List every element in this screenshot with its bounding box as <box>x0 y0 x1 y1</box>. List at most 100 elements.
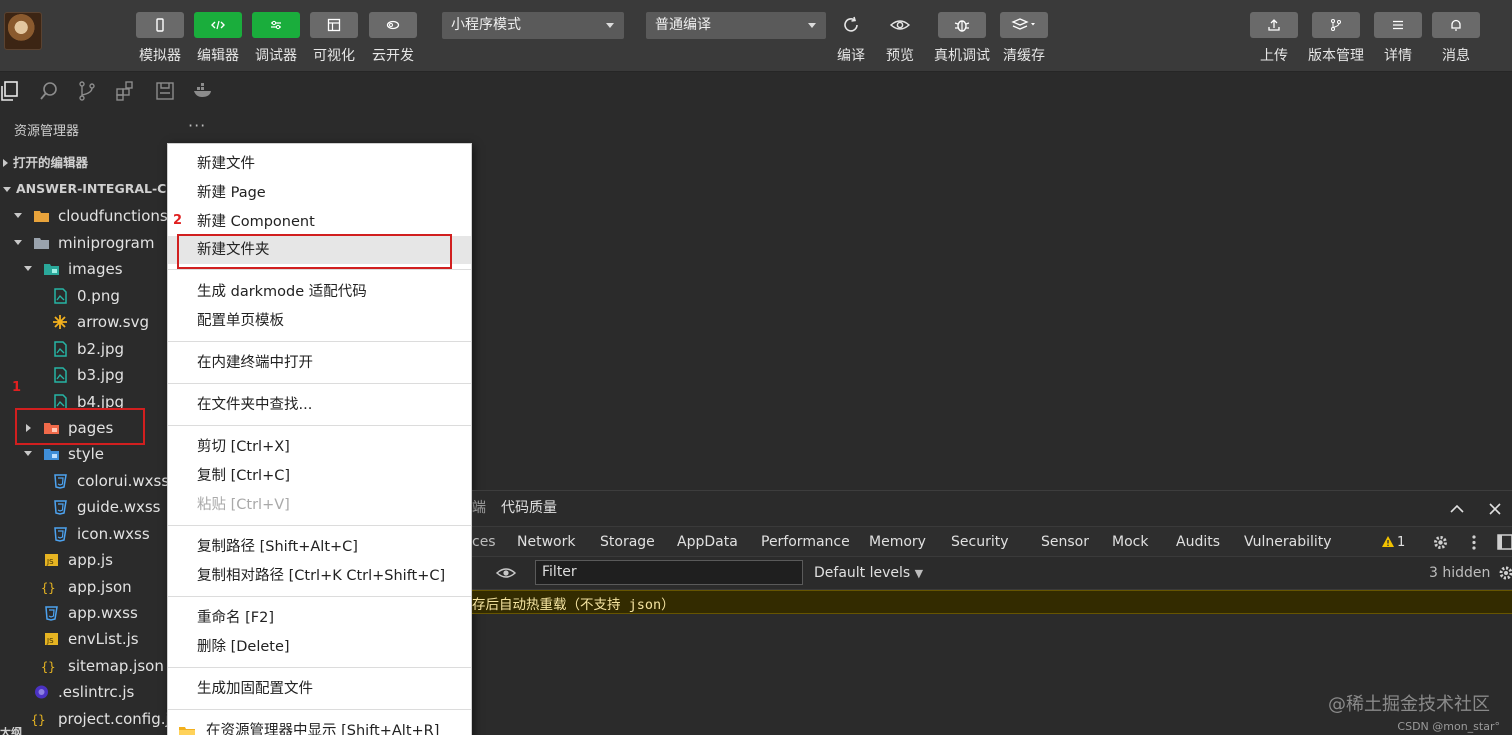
tree-item-file[interactable]: icon.wxss <box>0 521 167 547</box>
tab-vulnerability[interactable]: Vulnerability <box>1244 527 1332 558</box>
dock-side-icon[interactable] <box>1496 533 1512 551</box>
wxss-file-icon <box>54 500 67 515</box>
console-filter-input[interactable]: Filter <box>535 560 803 585</box>
tree-item-file[interactable]: {} sitemap.json <box>0 653 167 679</box>
upload-button[interactable] <box>1250 12 1298 38</box>
visual-button[interactable] <box>310 12 358 38</box>
tree-item-file[interactable]: b3.jpg <box>0 362 167 388</box>
files-icon[interactable] <box>0 80 22 102</box>
close-icon[interactable] <box>1489 503 1501 515</box>
tab-storage[interactable]: Storage <box>600 527 655 558</box>
refresh-icon <box>844 16 858 32</box>
menu-item-cut[interactable]: 剪切 [Ctrl+X] <box>168 433 471 461</box>
folder-icon <box>179 727 195 735</box>
menu-item-find-in-folder[interactable]: 在文件夹中查找... <box>168 391 471 419</box>
menu-item-copy-path[interactable]: 复制路径 [Shift+Alt+C] <box>168 533 471 561</box>
user-avatar[interactable] <box>4 12 42 50</box>
eye-icon[interactable] <box>496 565 516 581</box>
simulator-button[interactable] <box>136 12 184 38</box>
gear-icon[interactable] <box>1432 534 1449 551</box>
menu-item-reveal-in-explorer[interactable]: 在资源管理器中显示 [Shift+Alt+R] <box>168 717 471 735</box>
hidden-count: 3 hidden <box>1429 565 1491 581</box>
chevron-down-icon <box>14 240 22 245</box>
save-panel-icon[interactable] <box>154 80 176 102</box>
tab-performance[interactable]: Performance <box>761 527 850 558</box>
layout-icon <box>327 18 341 32</box>
compile-button[interactable] <box>833 12 869 38</box>
tree-item-images[interactable]: images <box>0 256 167 282</box>
chevron-up-icon[interactable] <box>1450 504 1464 514</box>
tree-item-file[interactable]: {} app.json <box>0 574 167 600</box>
tab-appdata[interactable]: AppData <box>677 527 738 558</box>
folder-open-icon <box>34 211 49 222</box>
tree-item-file[interactable]: JS app.js <box>0 547 167 573</box>
menu-item-page-template[interactable]: 配置单页模板 <box>168 307 471 335</box>
tree-item-label: app.js <box>68 551 113 569</box>
tree-item-file[interactable]: JS envList.js <box>0 626 167 652</box>
tab-network[interactable]: Network <box>517 527 575 558</box>
details-button[interactable] <box>1374 12 1422 38</box>
tree-item-file[interactable]: arrow.svg <box>0 309 167 335</box>
menu-item-hardening-config[interactable]: 生成加固配置文件 <box>168 675 471 703</box>
tab-sensor[interactable]: Sensor <box>1041 527 1089 558</box>
messages-button[interactable] <box>1432 12 1480 38</box>
tab-mock[interactable]: Mock <box>1112 527 1148 558</box>
source-control-icon[interactable] <box>76 80 98 102</box>
menu-item-delete[interactable]: 删除 [Delete] <box>168 633 471 661</box>
menu-item-open-terminal[interactable]: 在内建终端中打开 <box>168 349 471 377</box>
menu-item-copy-relative-path[interactable]: 复制相对路径 [Ctrl+K Ctrl+Shift+C] <box>168 562 471 590</box>
menu-item-rename[interactable]: 重命名 [F2] <box>168 604 471 632</box>
tree-item-cloudfunctions[interactable]: cloudfunctions | <box>0 203 178 229</box>
remote-debug-button[interactable] <box>938 12 986 38</box>
mode-select[interactable]: 小程序模式 <box>442 12 624 39</box>
project-section[interactable]: ANSWER-INTEGRAL-CON <box>0 177 167 201</box>
open-editors-label: 打开的编辑器 <box>13 155 89 170</box>
tree-item-label: b3.jpg <box>77 366 125 384</box>
tree-item-file[interactable]: .eslintrc.js <box>0 679 167 705</box>
outline-section[interactable]: 大纲 <box>0 727 167 735</box>
search-icon[interactable] <box>38 80 60 102</box>
menu-item-darkmode[interactable]: 生成 darkmode 适配代码 <box>168 278 471 306</box>
kebab-menu-icon[interactable] <box>1471 534 1477 551</box>
version-button[interactable] <box>1312 12 1360 38</box>
gear-icon[interactable] <box>1498 565 1512 581</box>
js-file-icon: JS <box>45 633 58 645</box>
cloud-dev-button[interactable] <box>369 12 417 38</box>
log-levels-select[interactable]: Default levels ▼ <box>814 558 923 589</box>
menu-item-new-page[interactable]: 新建 Page <box>168 179 471 207</box>
docker-icon[interactable] <box>192 80 214 102</box>
tree-item-file[interactable]: 0.png <box>0 283 167 309</box>
tree-item-file[interactable]: b2.jpg <box>0 336 167 362</box>
menu-item-new-component[interactable]: 新建 Component <box>168 208 471 236</box>
tree-item-label: cloudfunctions | <box>58 207 178 225</box>
tree-item-file[interactable]: b4.jpg <box>0 389 167 409</box>
warning-count[interactable]: 1 <box>1397 527 1405 558</box>
tab-security[interactable]: Security <box>951 527 1009 558</box>
more-actions-button[interactable]: ··· <box>188 116 206 135</box>
tree-item-miniprogram[interactable]: miniprogram <box>0 230 167 256</box>
tree-item-file[interactable]: colorui.wxss <box>0 468 169 494</box>
image-folder-icon <box>44 264 59 275</box>
devtools-tab-partial[interactable]: 端 <box>472 493 486 524</box>
editor-label: 编辑器 <box>197 48 239 64</box>
menu-item-new-file[interactable]: 新建文件 <box>168 150 471 178</box>
tree-item-file[interactable]: guide.wxss <box>0 494 167 520</box>
clear-cache-button[interactable] <box>1000 12 1048 38</box>
tree-item-label: 0.png <box>77 287 120 305</box>
preview-button[interactable] <box>882 12 918 38</box>
tab-audits[interactable]: Audits <box>1176 527 1220 558</box>
open-editors-section[interactable]: 打开的编辑器 <box>0 151 167 175</box>
menu-item-copy[interactable]: 复制 [Ctrl+C] <box>168 462 471 490</box>
cloud-dev-label: 云开发 <box>372 48 414 64</box>
tree-item-file[interactable]: app.wxss <box>0 600 167 626</box>
compile-select[interactable]: 普通编译 <box>646 12 826 39</box>
chevron-down-icon <box>24 266 32 271</box>
editor-button[interactable] <box>194 12 242 38</box>
tab-memory[interactable]: Memory <box>869 527 926 558</box>
debugger-button[interactable] <box>252 12 300 38</box>
compile-label: 编译 <box>837 48 865 64</box>
devtools-tab-code-quality[interactable]: 代码质量 <box>501 493 557 524</box>
extensions-icon[interactable] <box>114 80 136 102</box>
tab-sources-partial[interactable]: ces <box>472 527 496 558</box>
chevron-down-icon <box>606 23 614 28</box>
